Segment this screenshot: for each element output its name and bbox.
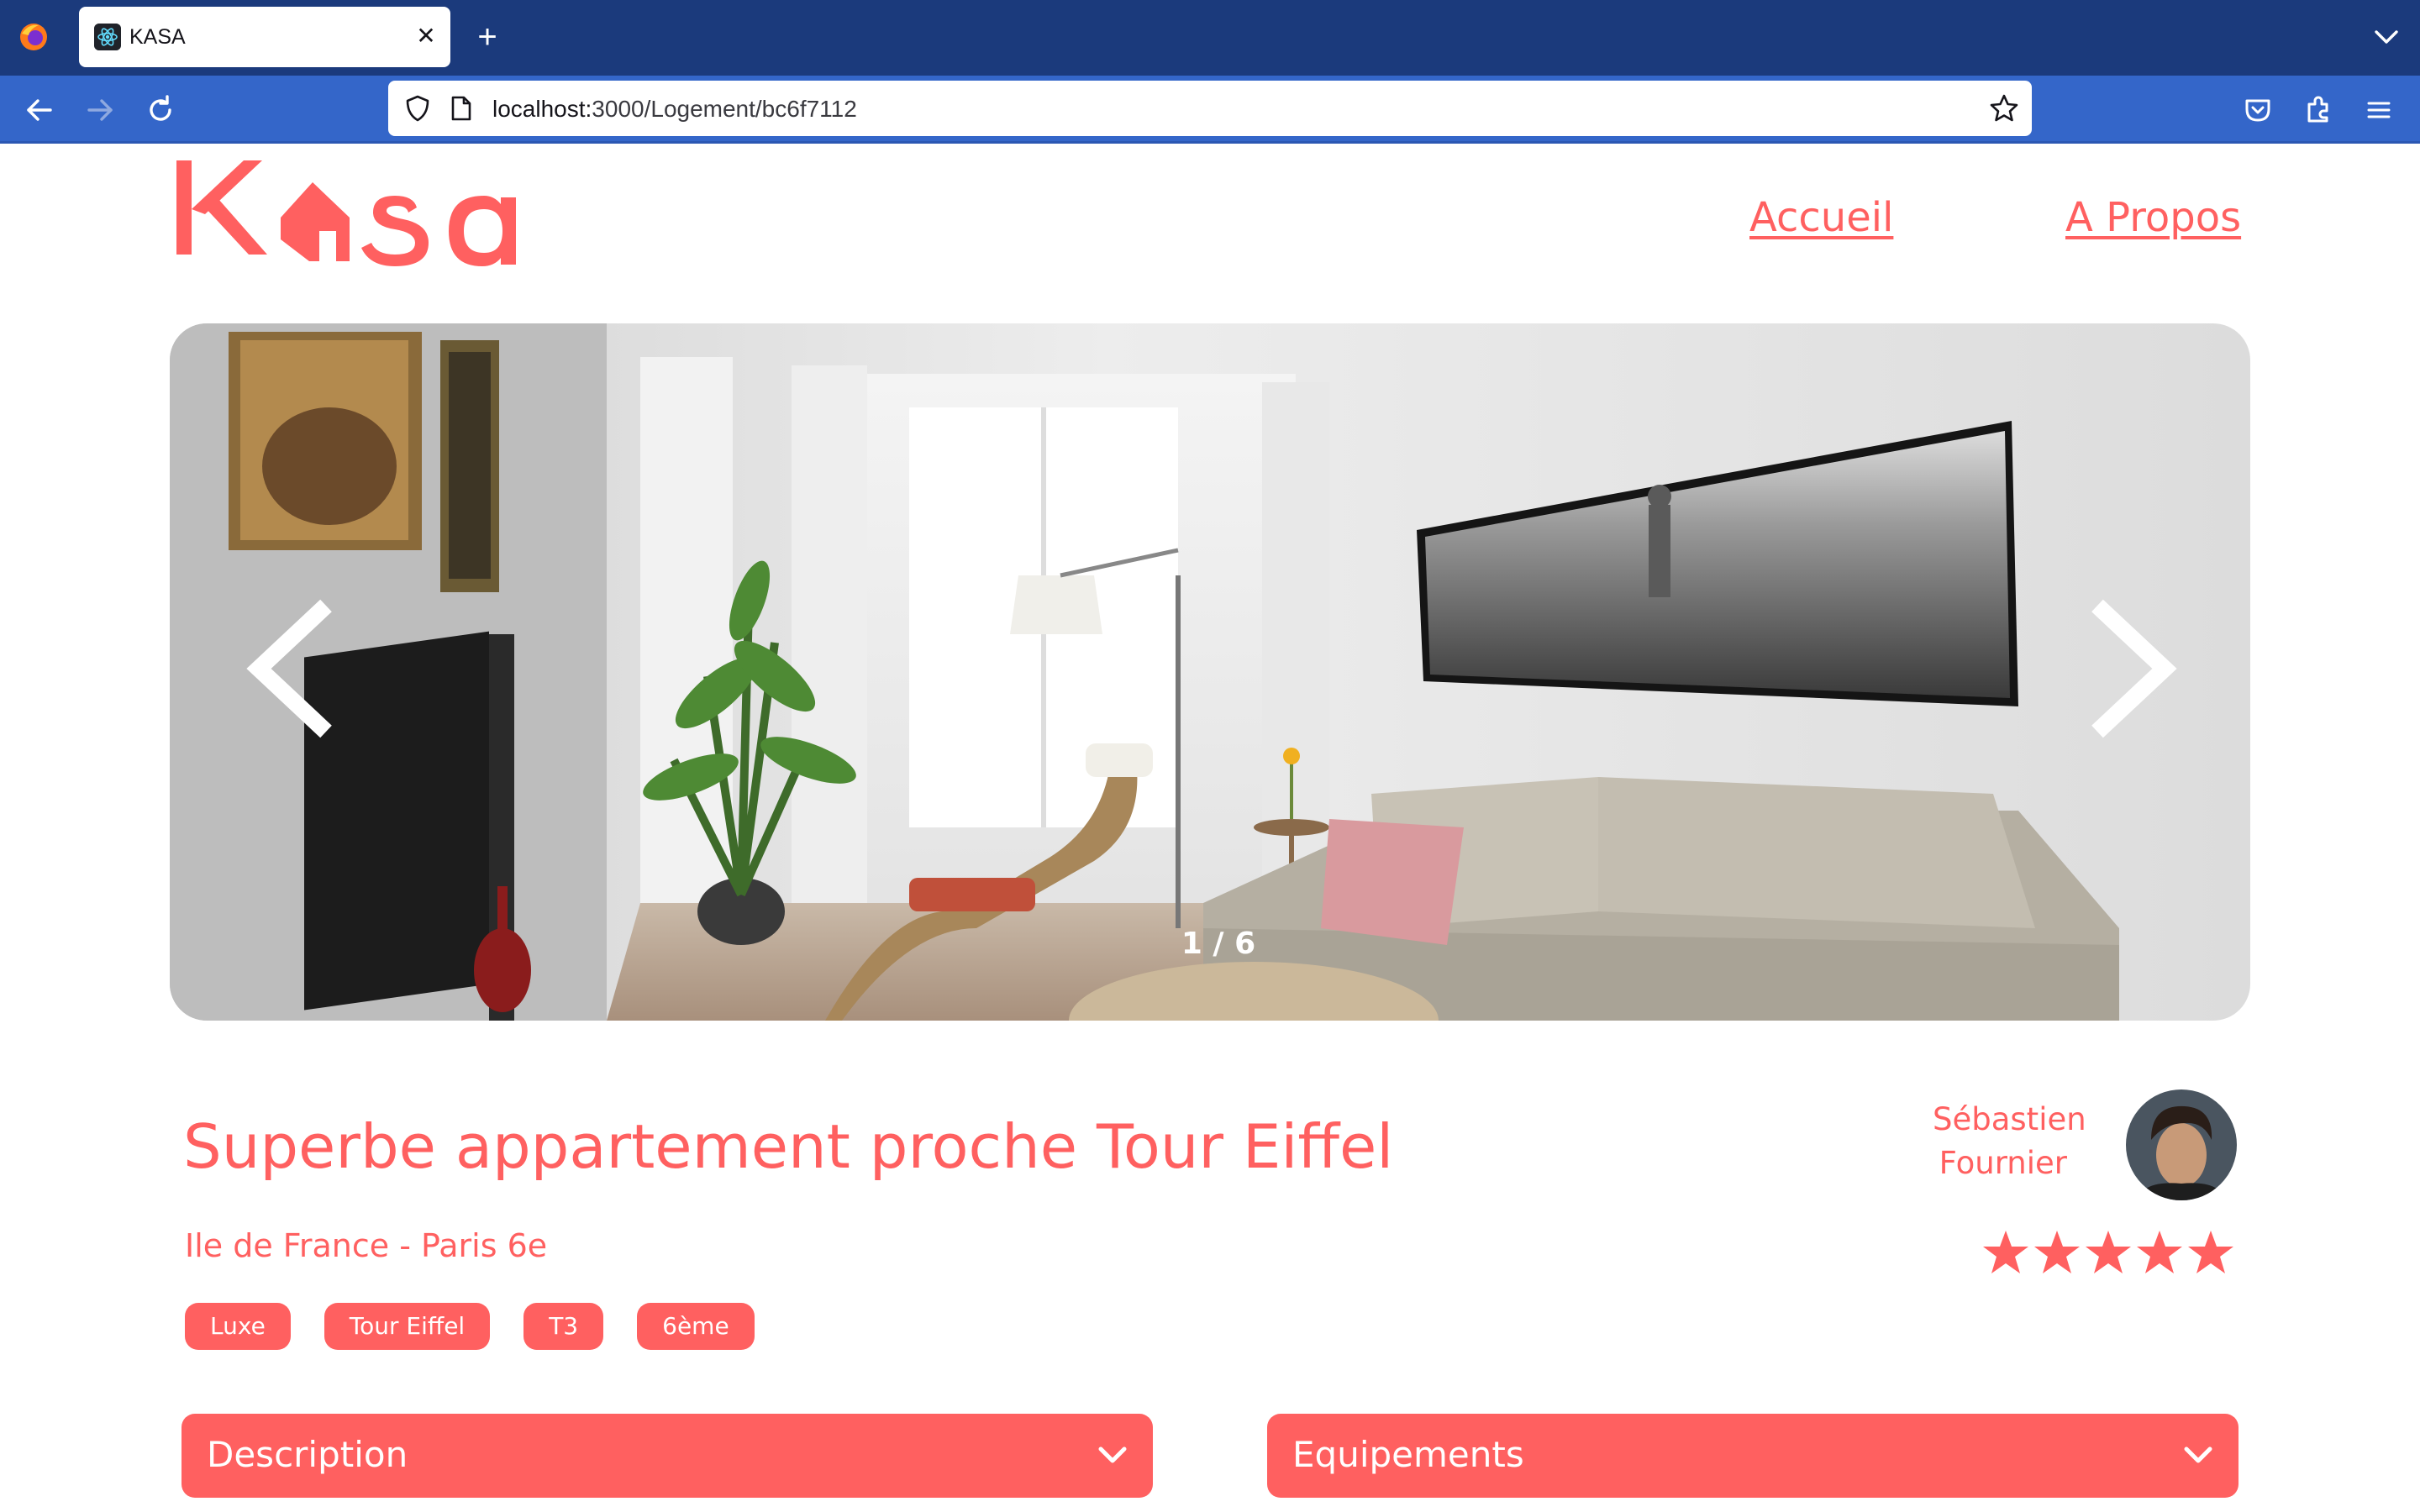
listing-location: Ile de France - Paris 6e xyxy=(185,1227,548,1264)
collapsible-label: Description xyxy=(207,1434,408,1475)
chevron-down-icon[interactable] xyxy=(2368,20,2405,54)
collapsible-label: Equipements xyxy=(1292,1434,1524,1475)
browser-toolbar: localhost:3000/Logement/bc6f7112 xyxy=(0,76,2420,143)
page-content: Accueil A Propos 1 / 6 Superbe apparteme… xyxy=(0,144,2420,1512)
hamburger-menu-icon[interactable] xyxy=(2360,91,2398,129)
host-avatar xyxy=(2126,1089,2237,1200)
browser-tab-active[interactable]: KASA ✕ xyxy=(79,7,450,67)
star-filled-icon xyxy=(2034,1231,2080,1273)
star-filled-icon xyxy=(2188,1231,2233,1273)
next-slide-arrow-icon[interactable] xyxy=(2077,597,2178,740)
shield-icon[interactable] xyxy=(403,94,432,123)
tag-list: Luxe Tour Eiffel T3 6ème xyxy=(185,1303,755,1350)
page-icon xyxy=(451,96,471,121)
close-tab-icon[interactable]: ✕ xyxy=(410,20,442,52)
pocket-icon[interactable] xyxy=(2238,91,2277,129)
collapsible-equipements[interactable]: Equipements xyxy=(1267,1414,2238,1498)
chevron-down-icon[interactable] xyxy=(1096,1439,1129,1473)
back-arrow-icon[interactable] xyxy=(20,91,59,129)
apartment-photo xyxy=(170,323,2250,1021)
host-first-name: Sébastien xyxy=(1933,1101,2086,1137)
nav-link-accueil[interactable]: Accueil xyxy=(1749,194,1893,241)
star-filled-icon xyxy=(1983,1231,2028,1273)
bookmark-star-icon[interactable] xyxy=(1988,92,2020,124)
listing-title: Superbe appartement proche Tour Eiffel xyxy=(183,1111,1394,1182)
url-bar[interactable]: localhost:3000/Logement/bc6f7112 xyxy=(388,81,2032,136)
tab-title: KASA xyxy=(129,25,186,49)
forward-arrow-icon[interactable] xyxy=(81,91,119,129)
new-tab-icon[interactable]: + xyxy=(469,18,506,55)
tag: Tour Eiffel xyxy=(324,1303,491,1350)
reload-icon[interactable] xyxy=(141,91,180,129)
star-filled-icon xyxy=(2086,1231,2131,1273)
nav-link-a-propos[interactable]: A Propos xyxy=(2065,194,2241,241)
host-name: Sébastien Fournier xyxy=(1933,1098,2086,1185)
tag: Luxe xyxy=(185,1303,291,1350)
chevron-down-icon[interactable] xyxy=(2181,1439,2215,1473)
url-path: 3000/Logement/bc6f7112 xyxy=(592,96,857,122)
previous-slide-arrow-icon[interactable] xyxy=(245,597,346,740)
tag: T3 xyxy=(523,1303,604,1350)
slide-counter: 1 / 6 xyxy=(1181,927,1256,961)
collapsible-description[interactable]: Description xyxy=(182,1414,1153,1498)
url-host: localhost: xyxy=(492,96,592,122)
tag: 6ème xyxy=(637,1303,755,1350)
react-icon xyxy=(94,24,121,50)
url-text: localhost:3000/Logement/bc6f7112 xyxy=(492,96,857,123)
firefox-icon[interactable] xyxy=(17,20,50,54)
rating-stars xyxy=(1981,1229,2235,1278)
star-filled-icon xyxy=(2137,1231,2182,1273)
photo-slideshow[interactable]: 1 / 6 xyxy=(170,323,2250,1021)
browser-tab-bar: KASA ✕ + xyxy=(0,0,2420,76)
host-last-name: Fournier xyxy=(1939,1145,2067,1181)
extensions-icon[interactable] xyxy=(2299,91,2338,129)
kasa-logo[interactable] xyxy=(171,149,541,266)
